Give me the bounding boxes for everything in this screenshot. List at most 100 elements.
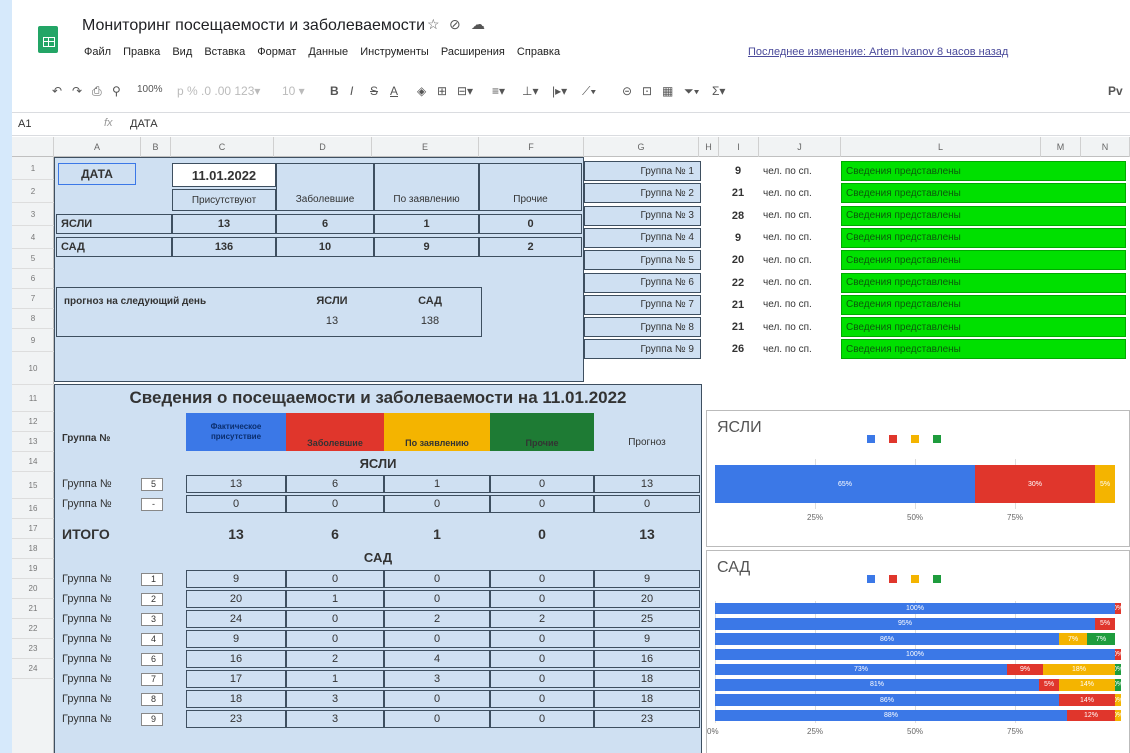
borders-icon[interactable]: ⊞ xyxy=(437,84,447,98)
date-label[interactable]: ДАТА xyxy=(58,163,136,185)
cell-actual[interactable]: 9 xyxy=(186,630,286,648)
row-header[interactable]: 15 xyxy=(12,472,54,499)
chart-icon[interactable]: ▦ xyxy=(662,84,673,98)
comment-icon[interactable]: ⊡ xyxy=(642,84,652,98)
group-select[interactable]: 8 xyxy=(131,690,169,708)
undo-icon[interactable]: ↶ xyxy=(52,84,62,98)
menu-file[interactable]: Файл xyxy=(84,46,111,58)
row-header[interactable]: 16 xyxy=(12,499,54,519)
group-select-value[interactable]: 6 xyxy=(141,652,163,666)
cell-forecast[interactable]: 23 xyxy=(594,710,700,728)
chart-kinder[interactable]: САД 0%25%50%75%100%0%95%5%86%0%7%7%100%0… xyxy=(706,550,1130,753)
cell-sick[interactable]: 0 xyxy=(286,610,384,628)
col-header[interactable]: B xyxy=(141,137,171,157)
col-header[interactable]: M xyxy=(1041,137,1081,157)
cell-forecast[interactable]: 20 xyxy=(594,590,700,608)
menu-help[interactable]: Справка xyxy=(517,46,560,58)
cell-forecast[interactable]: 25 xyxy=(594,610,700,628)
merge-icon[interactable]: ⊟▾ xyxy=(457,84,473,98)
formula-input[interactable]: ДАТА xyxy=(130,118,158,130)
row-header[interactable]: 10 xyxy=(12,352,54,385)
cell-other[interactable]: 0 xyxy=(490,590,594,608)
col-header[interactable]: I xyxy=(719,137,759,157)
row-header[interactable]: 4 xyxy=(12,226,54,249)
cell-forecast[interactable]: 9 xyxy=(594,570,700,588)
date-value[interactable]: 11.01.2022 xyxy=(172,163,276,187)
cell-actual[interactable]: 13 xyxy=(186,475,286,493)
row-header[interactable]: 13 xyxy=(12,432,54,452)
valign-icon[interactable]: ⊥▾ xyxy=(522,84,538,98)
row-header[interactable]: 14 xyxy=(12,452,54,472)
row-header[interactable]: 5 xyxy=(12,249,54,269)
cell-other[interactable]: 0 xyxy=(490,650,594,668)
cell-other[interactable]: 2 xyxy=(490,610,594,628)
row-header[interactable]: 23 xyxy=(12,639,54,659)
col-header[interactable]: E xyxy=(372,137,479,157)
cell-other[interactable]: 0 xyxy=(490,495,594,513)
group-select[interactable]: 9 xyxy=(131,710,169,728)
input-tools-button[interactable]: Pv xyxy=(1108,84,1123,98)
group-select[interactable]: 2 xyxy=(131,590,169,608)
row-header[interactable]: 2 xyxy=(12,180,54,203)
star-icon[interactable]: ☆ xyxy=(427,16,440,33)
zoom-select[interactable]: 100% xyxy=(137,84,163,95)
cell-forecast[interactable]: 0 xyxy=(594,495,700,513)
last-edit-link[interactable]: Последнее изменение: Artem Ivanov 8 часо… xyxy=(748,46,1008,58)
group-select[interactable]: 1 xyxy=(131,570,169,588)
cell-forecast[interactable]: 13 xyxy=(594,475,700,493)
paint-format-icon[interactable]: ⚲ xyxy=(112,84,121,98)
strikethrough-icon[interactable]: S xyxy=(370,84,378,98)
cell-request[interactable]: 3 xyxy=(384,670,490,688)
align-icon[interactable]: ≡▾ xyxy=(492,84,505,98)
group-select-value[interactable]: 7 xyxy=(141,672,163,686)
menu-insert[interactable]: Вставка xyxy=(204,46,245,58)
cell-request[interactable]: 0 xyxy=(384,630,490,648)
font-size-select[interactable]: 10 ▾ xyxy=(282,84,305,98)
menu-edit[interactable]: Правка xyxy=(123,46,160,58)
group-select-value[interactable]: 9 xyxy=(141,712,163,726)
document-title[interactable]: Мониторинг посещаемости и заболеваемости xyxy=(82,17,425,35)
group-select[interactable]: 3 xyxy=(131,610,169,628)
menu-data[interactable]: Данные xyxy=(308,46,348,58)
cell-sick[interactable]: 3 xyxy=(286,690,384,708)
menu-format[interactable]: Формат xyxy=(257,46,296,58)
cell-other[interactable]: 0 xyxy=(490,670,594,688)
cell-sick[interactable]: 1 xyxy=(286,590,384,608)
cell-actual[interactable]: 17 xyxy=(186,670,286,688)
cell-other[interactable]: 0 xyxy=(490,630,594,648)
cell-request[interactable]: 4 xyxy=(384,650,490,668)
group-select-value[interactable]: 3 xyxy=(141,612,163,626)
cell-other[interactable]: 0 xyxy=(490,690,594,708)
row-header[interactable]: 1 xyxy=(12,157,54,180)
cell-actual[interactable]: 23 xyxy=(186,710,286,728)
rotate-icon[interactable]: ⟋▾ xyxy=(582,84,596,99)
row-header[interactable]: 22 xyxy=(12,619,54,639)
row-header[interactable]: 19 xyxy=(12,559,54,579)
cell-sick[interactable]: 2 xyxy=(286,650,384,668)
cell-forecast[interactable]: 18 xyxy=(594,670,700,688)
group-select[interactable]: - xyxy=(131,495,169,513)
cell-forecast[interactable]: 18 xyxy=(594,690,700,708)
row-header[interactable]: 17 xyxy=(12,519,54,539)
cell-request[interactable]: 0 xyxy=(384,710,490,728)
col-header[interactable]: G xyxy=(584,137,699,157)
group-select[interactable]: 4 xyxy=(131,630,169,648)
row-header[interactable]: 7 xyxy=(12,289,54,309)
cell-forecast[interactable]: 16 xyxy=(594,650,700,668)
cell-other[interactable]: 0 xyxy=(490,475,594,493)
chart-nursery[interactable]: ЯСЛИ 25% 50% 75% 65% 30% 5% xyxy=(706,410,1130,547)
row-header[interactable]: 9 xyxy=(12,329,54,352)
col-header[interactable]: L xyxy=(841,137,1041,157)
col-header[interactable]: D xyxy=(274,137,372,157)
cell-forecast[interactable]: 9 xyxy=(594,630,700,648)
sheets-logo-icon[interactable] xyxy=(38,26,58,53)
cell-request[interactable]: 0 xyxy=(384,570,490,588)
group-select-value[interactable]: 5 xyxy=(141,477,163,491)
bold-icon[interactable]: B xyxy=(330,84,339,98)
cell-other[interactable]: 0 xyxy=(490,570,594,588)
col-header[interactable]: N xyxy=(1081,137,1130,157)
text-color-icon[interactable]: A xyxy=(390,84,398,98)
wrap-icon[interactable]: |▸▾ xyxy=(552,84,567,98)
group-select-value[interactable]: 1 xyxy=(141,572,163,586)
row-header[interactable]: 8 xyxy=(12,309,54,329)
